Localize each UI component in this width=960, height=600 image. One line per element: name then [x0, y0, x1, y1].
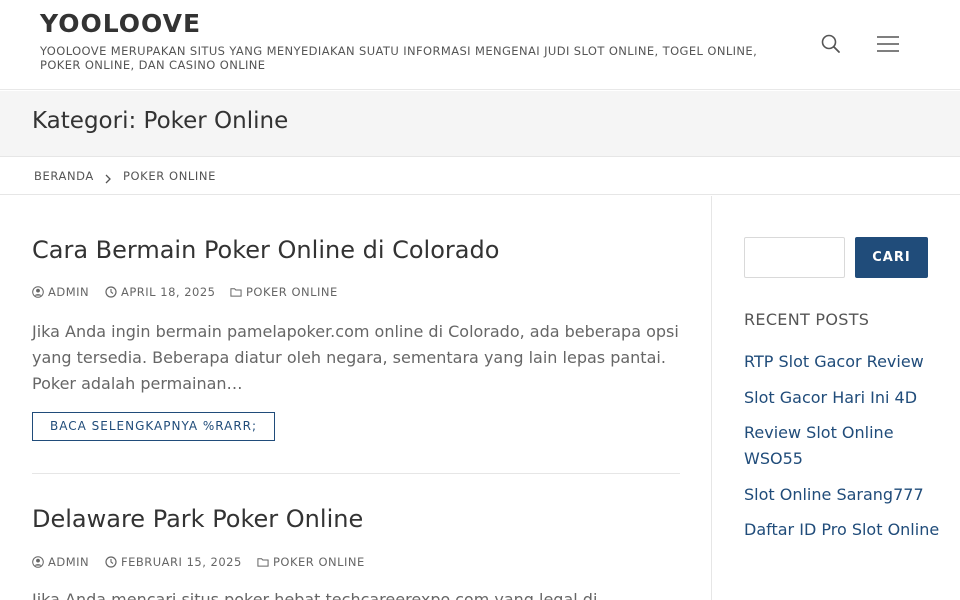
- user-icon: [32, 556, 44, 568]
- chevron-right-icon: [103, 170, 113, 184]
- user-icon: [32, 286, 44, 298]
- recent-post-link[interactable]: Review Slot Online WSO55: [744, 420, 940, 472]
- post-divider: [32, 473, 680, 474]
- recent-posts-title: RECENT POSTS: [744, 310, 870, 329]
- post-category-label: POKER ONLINE: [273, 555, 365, 569]
- menu-icon[interactable]: [876, 33, 900, 55]
- post-category[interactable]: POKER ONLINE: [230, 285, 338, 299]
- post-author[interactable]: ADMIN: [32, 555, 89, 569]
- page-title: Kategori: Poker Online: [32, 108, 289, 134]
- post-category[interactable]: POKER ONLINE: [257, 555, 365, 569]
- post-item: Cara Bermain Poker Online di Colorado AD…: [32, 236, 680, 441]
- read-more-button[interactable]: BACA SELENGKAPNYA %RARR;: [32, 412, 276, 441]
- post-author[interactable]: ADMIN: [32, 285, 89, 299]
- folder-icon: [230, 288, 242, 297]
- sidebar-search-input[interactable]: [744, 237, 845, 278]
- site-header: YOOLOOVE YOOLOOVE MERUPAKAN SITUS YANG M…: [0, 0, 960, 90]
- search-submit-button[interactable]: CARI: [855, 237, 928, 278]
- post-date-label: APRIL 18, 2025: [121, 285, 216, 299]
- recent-post-link[interactable]: Slot Online Sarang777: [744, 482, 940, 508]
- clock-icon: [105, 286, 117, 298]
- site-description: YOOLOOVE MERUPAKAN SITUS YANG MENYEDIAKA…: [40, 44, 758, 72]
- post-excerpt: Jika Anda mencari situs poker hebat tech…: [32, 590, 598, 600]
- breadcrumb-home-link[interactable]: BERANDA: [34, 169, 94, 183]
- post-author-label: ADMIN: [48, 285, 90, 299]
- post-date[interactable]: FEBRUARI 15, 2025: [105, 555, 242, 569]
- post-date-label: FEBRUARI 15, 2025: [121, 555, 242, 569]
- post-date[interactable]: APRIL 18, 2025: [105, 285, 215, 299]
- post-author-label: ADMIN: [48, 555, 90, 569]
- post-title[interactable]: Cara Bermain Poker Online di Colorado: [32, 236, 680, 264]
- page-header: Kategori: Poker Online: [0, 91, 960, 157]
- recent-post-link[interactable]: Slot Gacor Hari Ini 4D: [744, 385, 940, 411]
- recent-post-link[interactable]: Daftar ID Pro Slot Online: [744, 517, 940, 543]
- recent-post-link[interactable]: RTP Slot Gacor Review: [744, 349, 940, 375]
- breadcrumb-current: POKER ONLINE: [123, 169, 216, 183]
- site-title[interactable]: YOOLOOVE: [40, 9, 201, 38]
- folder-icon: [257, 558, 269, 567]
- breadcrumb: BERANDA POKER ONLINE: [0, 158, 960, 195]
- search-icon[interactable]: [820, 33, 842, 55]
- post-title[interactable]: Delaware Park Poker Online: [32, 505, 680, 533]
- clock-icon: [105, 556, 117, 568]
- post-excerpt: Jika Anda ingin bermain pamelapoker.com …: [32, 322, 679, 393]
- post-list: Cara Bermain Poker Online di Colorado AD…: [0, 196, 711, 600]
- recent-posts-list: RTP Slot Gacor Review Slot Gacor Hari In…: [744, 349, 940, 553]
- post-category-label: POKER ONLINE: [246, 285, 338, 299]
- post-item: Delaware Park Poker Online ADMIN FEBRUAR…: [32, 505, 680, 600]
- sidebar-divider: [711, 196, 712, 600]
